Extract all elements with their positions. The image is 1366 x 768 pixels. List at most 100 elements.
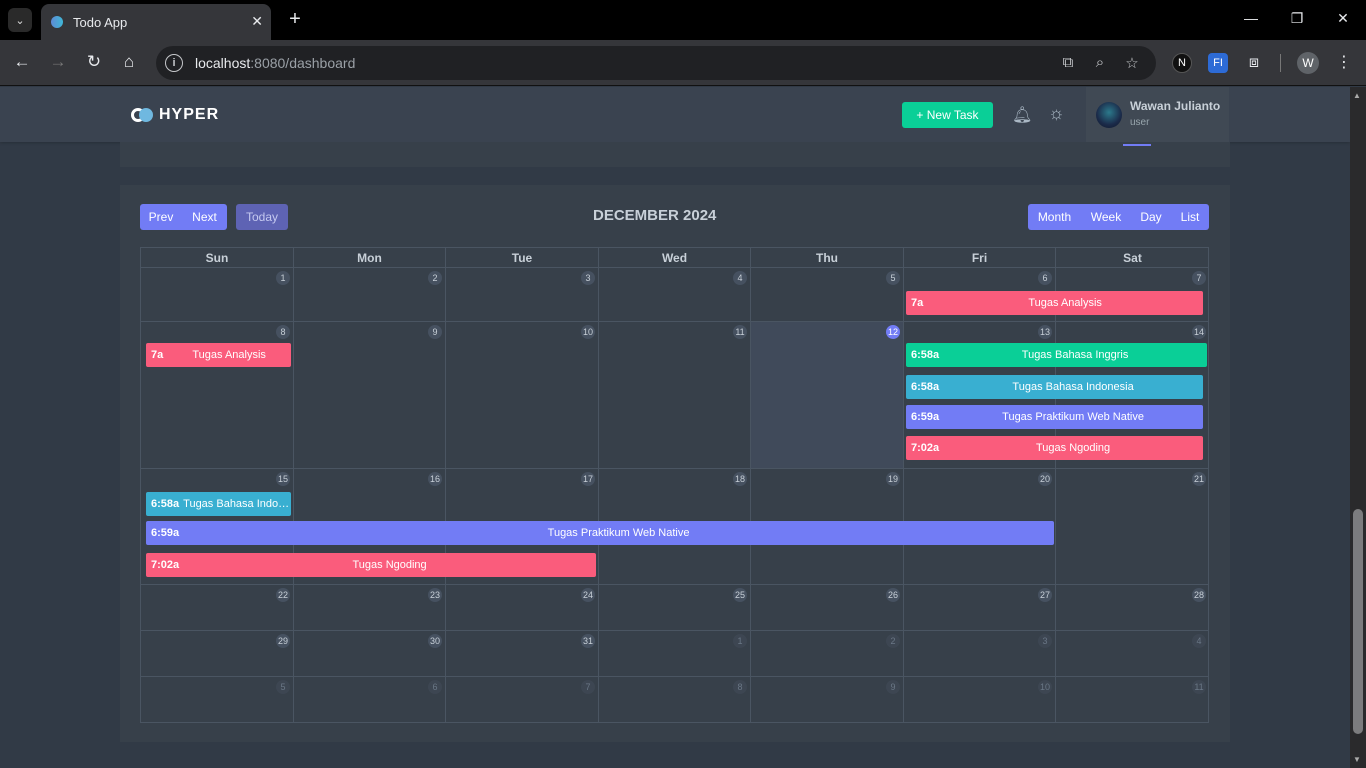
today-button[interactable]: Today (236, 204, 288, 230)
day-cell[interactable]: 9 (294, 322, 446, 469)
back-icon[interactable]: ← (11, 52, 33, 72)
day-cell[interactable]: 2 (294, 268, 446, 322)
scrollbar-thumb[interactable] (1353, 509, 1363, 734)
minimize-icon[interactable]: — (1241, 10, 1261, 26)
calendar-event[interactable]: 6:59a Tugas Praktikum Web Native (146, 521, 1054, 545)
list-view-button[interactable]: List (1171, 204, 1209, 230)
calendar-event[interactable]: 6:58a Tugas Bahasa Indonesia (906, 375, 1203, 399)
day-cell[interactable]: 31 (446, 631, 599, 677)
tab-close-icon[interactable]: ✕ (251, 13, 263, 30)
new-tab-button[interactable]: + (283, 8, 307, 31)
extension-fi-icon[interactable]: FI (1208, 53, 1228, 73)
page-scrollbar[interactable]: ▲ ▼ (1350, 87, 1366, 768)
next-button[interactable]: Next (182, 204, 227, 230)
calendar-event[interactable]: 7a Tugas Analysis (146, 343, 291, 367)
day-cell-other-month[interactable]: 8 (599, 677, 751, 722)
day-cell[interactable]: 25 (599, 585, 751, 631)
day-cell-other-month[interactable]: 1 (599, 631, 751, 677)
day-cell[interactable]: 29 (141, 631, 294, 677)
extension-n-icon[interactable]: N (1172, 53, 1192, 73)
day-cell-other-month[interactable]: 2 (751, 631, 904, 677)
day-cell[interactable]: 30 (294, 631, 446, 677)
day-cell[interactable]: 4 (599, 268, 751, 322)
new-task-button[interactable]: + New Task (902, 102, 993, 128)
day-number: 4 (733, 271, 747, 285)
zoom-icon[interactable]: ⌕ (1090, 54, 1110, 71)
calendar-event[interactable]: 7:02a Tugas Ngoding (146, 553, 596, 577)
day-cell[interactable]: 1 (141, 268, 294, 322)
day-cell-other-month[interactable]: 7 (446, 677, 599, 722)
day-number: 11 (1192, 680, 1206, 694)
bookmark-star-icon[interactable]: ☆ (1122, 54, 1142, 72)
day-cell-other-month[interactable]: 9 (751, 677, 904, 722)
notification-bell-icon[interactable]: 🔔︎ (1012, 105, 1032, 125)
day-cell[interactable]: 23 (294, 585, 446, 631)
calendar-title: DECEMBER 2024 (593, 207, 717, 224)
day-cell[interactable]: 5 (751, 268, 904, 322)
tab-search-button[interactable]: ⌄ (8, 8, 32, 32)
day-number: 9 (886, 680, 900, 694)
scroll-down-icon[interactable]: ▼ (1353, 755, 1361, 764)
restore-icon[interactable]: ❐ (1287, 10, 1307, 27)
site-info-icon[interactable]: i (165, 54, 183, 72)
day-cell-other-month[interactable]: 4 (1056, 631, 1209, 677)
day-cell[interactable]: 3 (446, 268, 599, 322)
forward-icon[interactable]: → (47, 52, 69, 72)
extensions-puzzle-icon[interactable]: ⧈ (1244, 53, 1264, 73)
day-number: 10 (580, 325, 595, 339)
day-number: 29 (275, 634, 290, 648)
day-cell-other-month[interactable]: 10 (904, 677, 1056, 722)
scroll-up-icon[interactable]: ▲ (1353, 91, 1361, 100)
day-cell-other-month[interactable]: 11 (1056, 677, 1209, 722)
event-time: 6:58a (911, 349, 940, 361)
weekday-header-mon: Mon (294, 248, 446, 268)
day-number: 1 (733, 634, 747, 648)
day-number: 26 (885, 588, 900, 602)
day-cell-other-month[interactable]: 5 (141, 677, 294, 722)
browser-toolbar: ← → ↻ ⌂ i localhost:8080/dashboard ⧉ ⌕ ☆… (0, 40, 1366, 86)
day-number: 24 (580, 588, 595, 602)
day-cell-other-month[interactable]: 6 (294, 677, 446, 722)
day-number: 7 (1192, 271, 1206, 285)
brand-logo[interactable]: HYPER (131, 106, 219, 124)
prev-button[interactable]: Prev (140, 204, 182, 230)
event-time: 7a (151, 349, 164, 361)
day-cell[interactable]: 26 (751, 585, 904, 631)
user-role: user (1130, 117, 1150, 128)
day-cell[interactable]: 11 (599, 322, 751, 469)
browser-menu-icon[interactable]: ⋮ (1336, 52, 1352, 72)
reload-icon[interactable]: ↻ (83, 52, 105, 72)
day-cell[interactable]: 10 (446, 322, 599, 469)
day-cell[interactable]: 27 (904, 585, 1056, 631)
address-bar[interactable]: i localhost:8080/dashboard ⧉ ⌕ ☆ (156, 46, 1156, 80)
calendar-event[interactable]: 6:58a Tugas Bahasa Indon... (146, 492, 291, 516)
day-cell-today[interactable]: 12 (751, 322, 904, 469)
browser-tab[interactable]: Todo App ✕ (41, 4, 271, 40)
calendar-event[interactable]: 7a Tugas Analysis (906, 291, 1203, 315)
app-page: HYPER + New Task 🔔︎ ☼ Wawan Julianto use… (0, 87, 1350, 768)
event-title: Tugas Praktikum Web Native (1002, 411, 1144, 423)
day-number: 1 (276, 271, 290, 285)
weekday-header-sat: Sat (1056, 248, 1209, 268)
translate-icon[interactable]: ⧉ (1058, 54, 1078, 71)
theme-toggle-sun-icon[interactable]: ☼ (1048, 103, 1065, 124)
user-menu[interactable]: Wawan Julianto user (1086, 87, 1229, 142)
calendar-event[interactable]: 6:58a Tugas Bahasa Inggris (906, 343, 1207, 367)
window-close-icon[interactable]: ✕ (1333, 10, 1353, 27)
day-cell-other-month[interactable]: 3 (904, 631, 1056, 677)
calendar-event[interactable]: 7:02a Tugas Ngoding (906, 436, 1203, 460)
event-title: Tugas Bahasa Indonesia (1012, 381, 1134, 393)
day-view-button[interactable]: Day (1131, 204, 1171, 230)
day-number: 8 (733, 680, 747, 694)
day-number: 11 (733, 325, 747, 339)
day-cell[interactable]: 22 (141, 585, 294, 631)
day-number: 5 (276, 680, 290, 694)
month-view-button[interactable]: Month (1028, 204, 1081, 230)
home-icon[interactable]: ⌂ (118, 52, 140, 72)
day-cell[interactable]: 28 (1056, 585, 1209, 631)
calendar-event[interactable]: 6:59a Tugas Praktikum Web Native (906, 405, 1203, 429)
day-cell[interactable]: 21 (1056, 469, 1209, 585)
day-cell[interactable]: 24 (446, 585, 599, 631)
profile-avatar[interactable]: W (1297, 52, 1319, 74)
week-view-button[interactable]: Week (1081, 204, 1131, 230)
